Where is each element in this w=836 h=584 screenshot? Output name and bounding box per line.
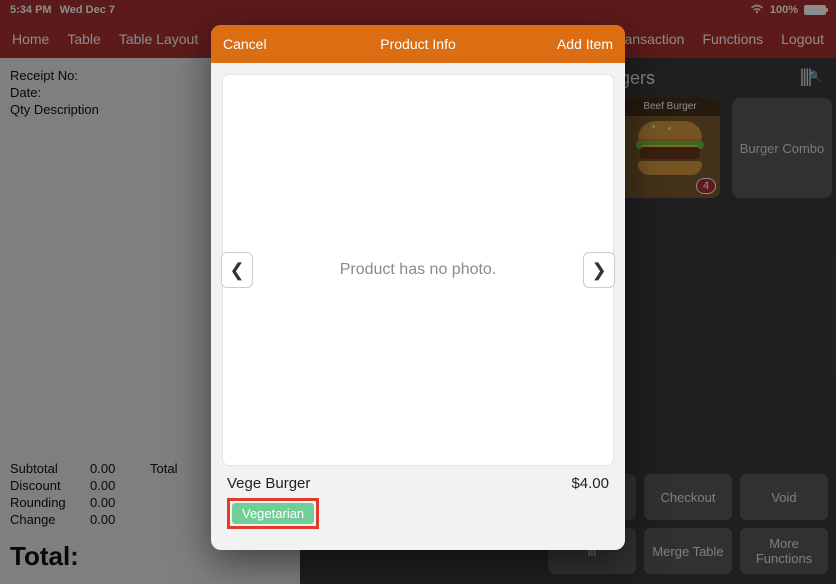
product-photo-box: Product has no photo. ❮ ❯	[223, 75, 613, 465]
product-name: Vege Burger	[227, 475, 310, 492]
chevron-left-icon: ❮	[229, 260, 244, 281]
chevron-right-icon: ❯	[591, 260, 606, 281]
modal-add-item-button[interactable]: Add Item	[557, 36, 613, 52]
photo-prev-button[interactable]: ❮	[221, 252, 253, 288]
modal-body: Product has no photo. ❮ ❯ Vege Burger $4…	[211, 63, 625, 550]
product-price: $4.00	[571, 475, 609, 492]
modal-cancel-button[interactable]: Cancel	[223, 36, 267, 52]
modal-header: Cancel Product Info Add Item	[211, 25, 625, 63]
product-info-modal: Cancel Product Info Add Item Product has…	[211, 25, 625, 550]
vegetarian-tag[interactable]: Vegetarian	[232, 503, 314, 524]
vegetarian-tag-highlight: Vegetarian	[227, 498, 319, 529]
photo-next-button[interactable]: ❯	[583, 252, 615, 288]
no-photo-text: Product has no photo.	[340, 261, 497, 279]
